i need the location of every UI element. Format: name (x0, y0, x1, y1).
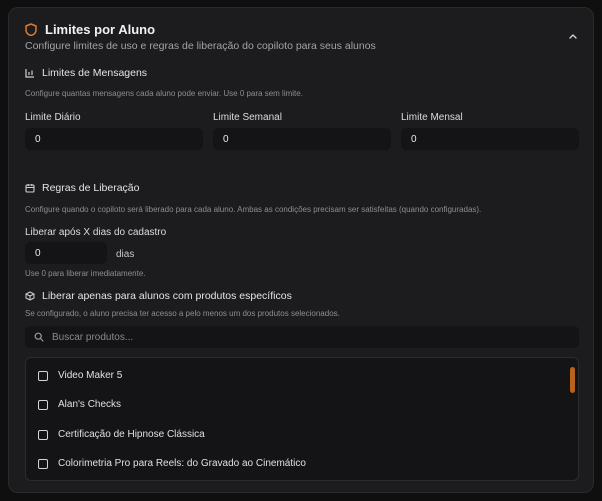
message-limits-heading: Limites de Mensagens (25, 67, 147, 79)
product-label: Colorimetria Pro para Reels: do Gravado … (58, 458, 306, 469)
search-placeholder: Buscar produtos... (52, 331, 134, 343)
checkbox[interactable] (38, 458, 48, 469)
weekly-limit-label: Limite Semanal (213, 112, 282, 123)
days-after-signup-label: Liberar após X dias do cadastro (25, 227, 167, 238)
product-label: Video Maker 5 (58, 370, 123, 381)
student-limits-card: Limites por Aluno Configure limites de u… (8, 7, 594, 493)
products-heading: Liberar apenas para alunos com produtos … (25, 290, 292, 302)
message-limits-help: Configure quantas mensagens cada aluno p… (25, 89, 303, 98)
product-label: Alan's Checks (58, 399, 122, 410)
card-title: Limites por Aluno (45, 22, 156, 37)
products-help: Se configurado, o aluno precisa ter aces… (25, 309, 340, 318)
days-unit: dias (116, 249, 135, 260)
checkbox[interactable] (38, 429, 48, 440)
message-limits-title: Limites de Mensagens (42, 67, 148, 79)
monthly-limit-label: Limite Mensal (401, 112, 463, 123)
package-icon (25, 291, 35, 301)
scrollbar-thumb[interactable] (570, 367, 575, 393)
bar-chart-icon (25, 69, 34, 78)
product-label: Certificação de Hipnose Clássica (58, 429, 205, 440)
product-search-input[interactable]: Buscar produtos... (25, 326, 579, 348)
product-item[interactable]: Certificação de Hipnose Clássica (38, 429, 205, 440)
checkbox[interactable] (38, 370, 48, 381)
product-item[interactable]: Alan's Checks (38, 399, 121, 410)
card-subtitle: Configure limites de uso e regras de lib… (25, 40, 376, 52)
product-item[interactable]: Colorimetria Pro para Reels: do Gravado … (38, 458, 306, 469)
product-list[interactable]: Video Maker 5 Alan's Checks Certificação… (25, 357, 579, 481)
release-rules-heading: Regras de Liberação (25, 182, 139, 194)
card-header[interactable]: Limites por Aluno (25, 22, 155, 37)
products-title: Liberar apenas para alunos com produtos … (42, 290, 292, 302)
days-help: Use 0 para liberar imediatamente. (25, 269, 146, 278)
product-item[interactable]: Video Maker 5 (38, 370, 122, 381)
days-after-signup-input[interactable]: 0 (25, 242, 107, 264)
chevron-up-icon[interactable] (567, 30, 579, 42)
daily-limit-label: Limite Diário (25, 112, 81, 123)
release-rules-help: Configure quando o copiloto será liberad… (25, 205, 482, 214)
calendar-icon (25, 184, 35, 193)
search-icon (34, 332, 44, 342)
daily-limit-input[interactable]: 0 (25, 128, 203, 150)
shield-icon (25, 23, 37, 36)
release-rules-title: Regras de Liberação (42, 182, 140, 194)
weekly-limit-input[interactable]: 0 (213, 128, 391, 150)
checkbox[interactable] (38, 399, 48, 410)
monthly-limit-input[interactable]: 0 (401, 128, 579, 150)
